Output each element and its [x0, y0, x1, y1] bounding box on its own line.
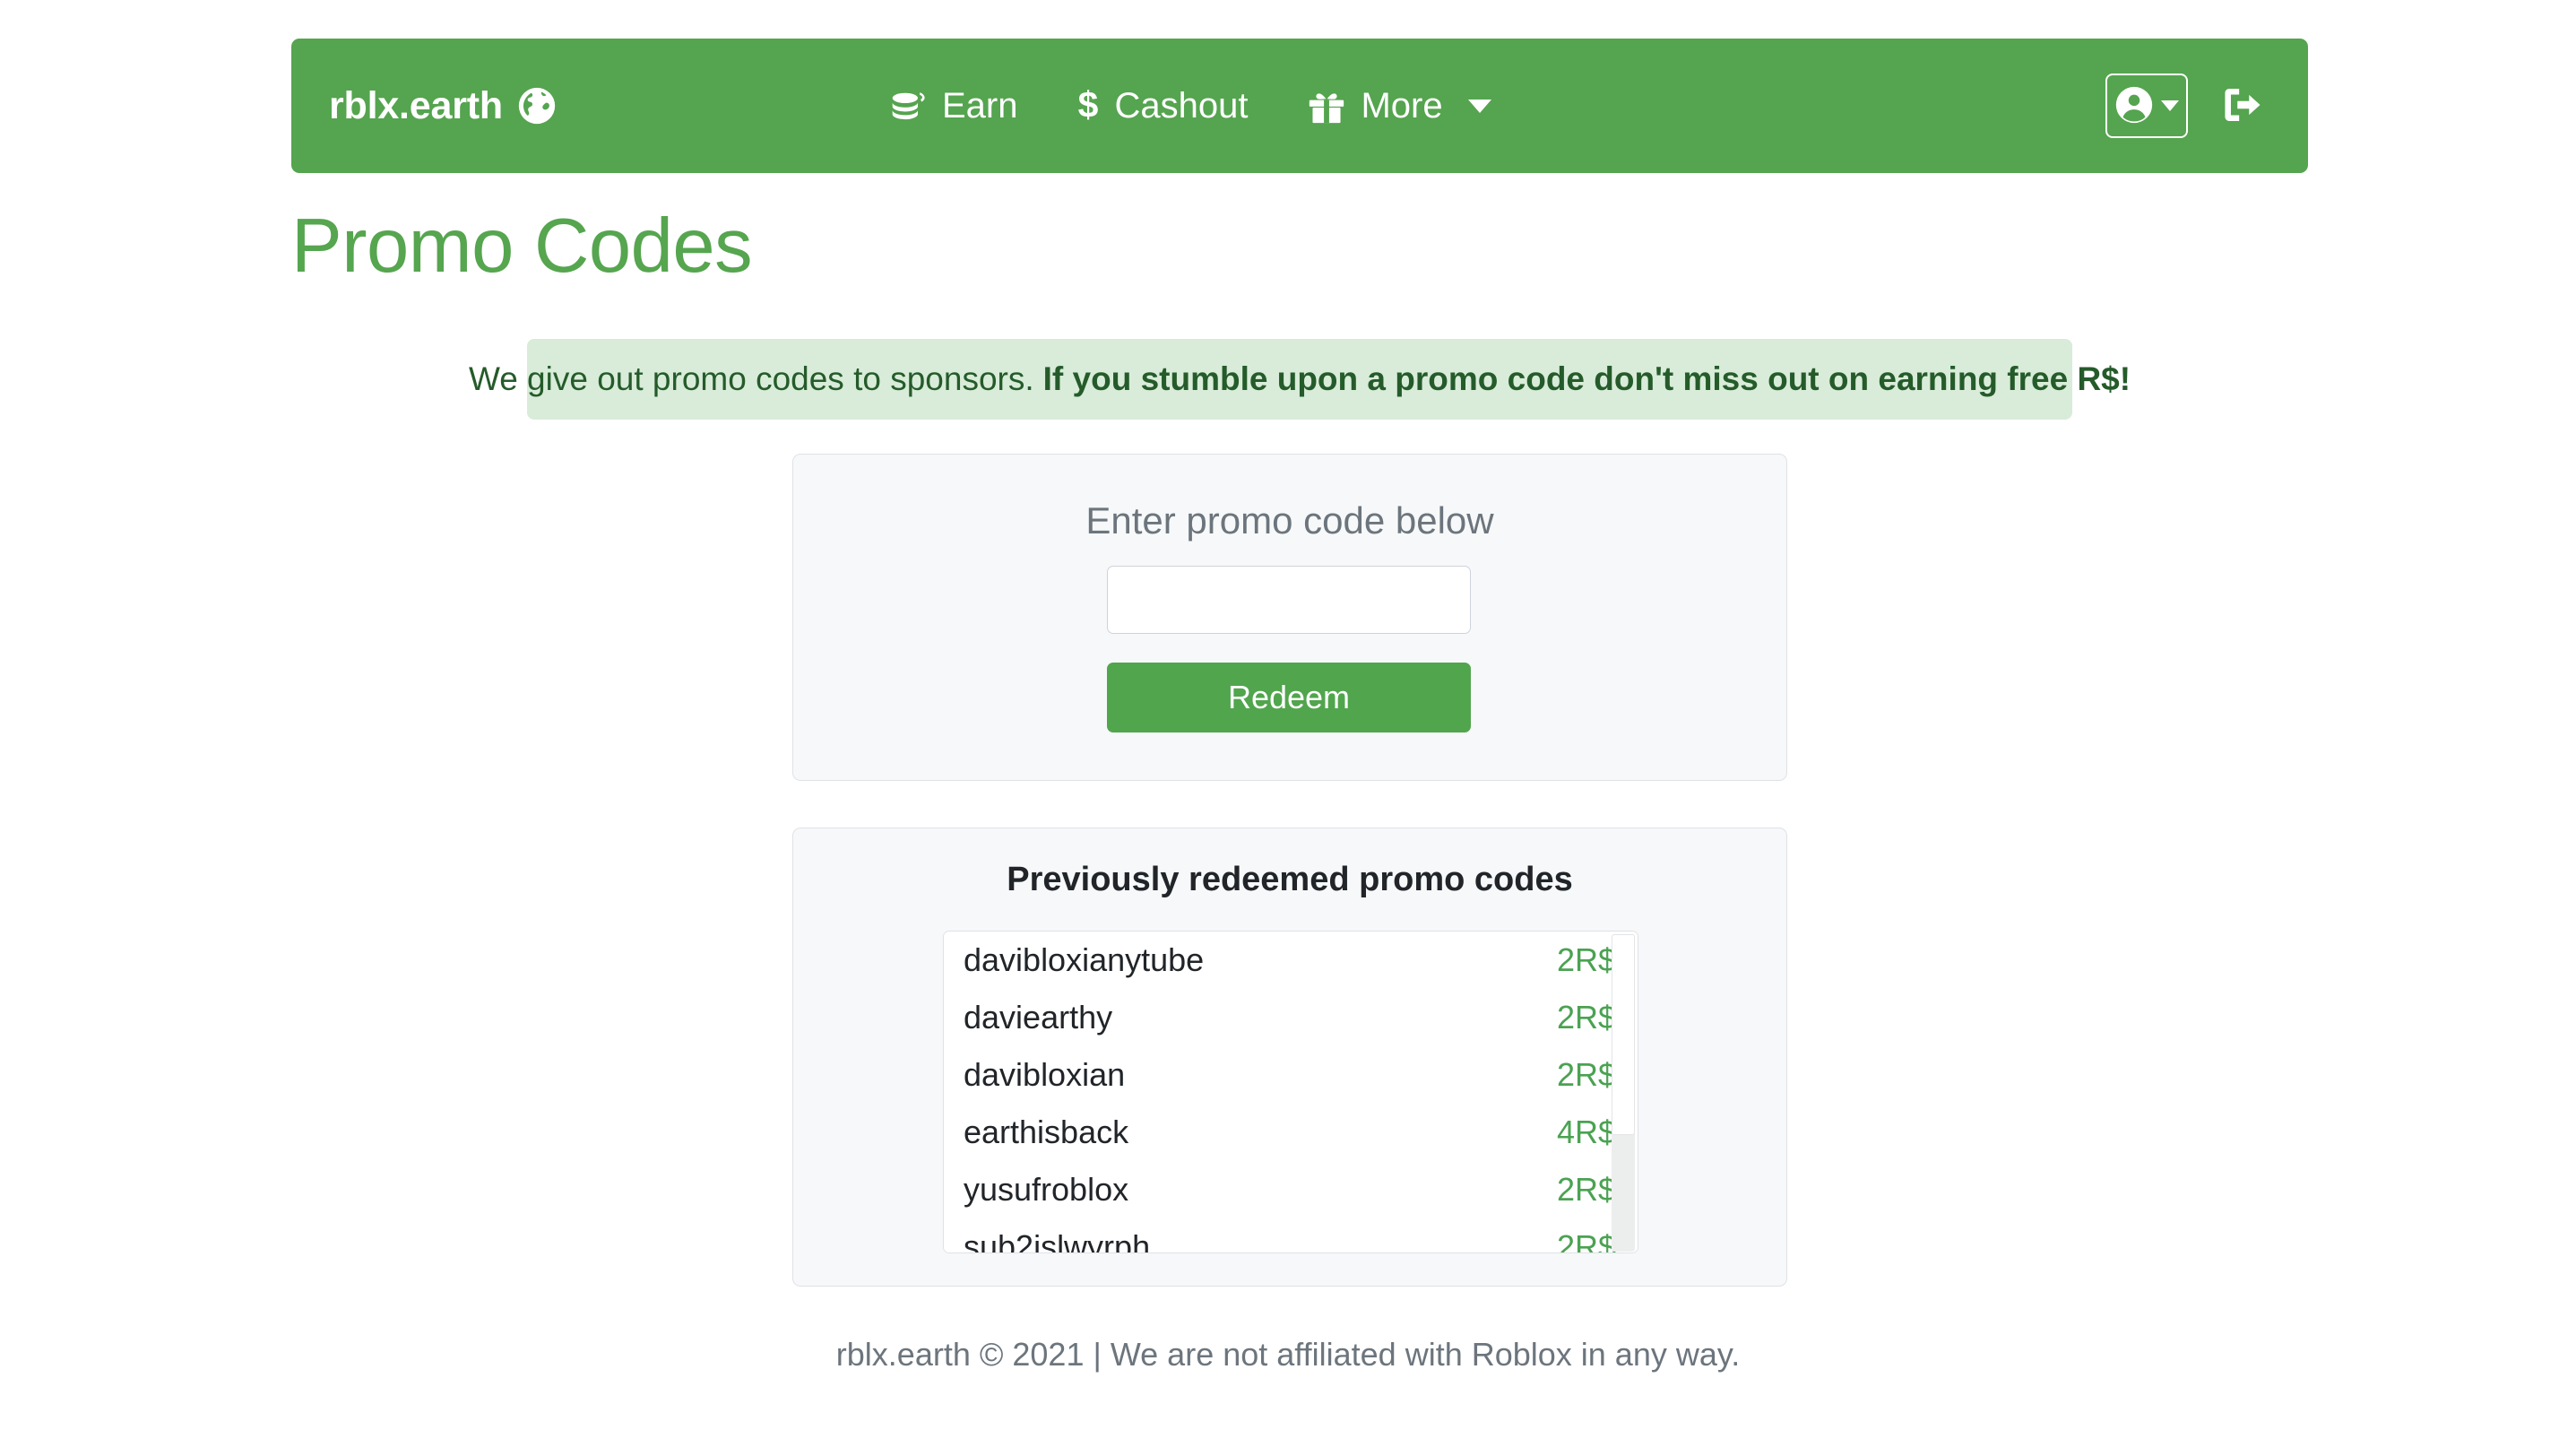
- promo-code-text: davibloxianytube: [964, 941, 1205, 978]
- gift-icon: [1307, 87, 1346, 125]
- promo-code-amount: 2R$: [1556, 941, 1616, 978]
- list-scrollbar-track[interactable]: [1612, 934, 1635, 1252]
- sign-out-icon: [2220, 84, 2265, 128]
- nav-link-earn-label: Earn: [941, 85, 1018, 126]
- user-circle-icon: [2114, 85, 2154, 127]
- promo-info-alert: We give out promo codes to sponsors. If …: [469, 339, 2131, 420]
- page-root: rblx.earth Earn $ Cashout More Promo Cod…: [0, 0, 2576, 1456]
- promo-code-text: daviearthy: [964, 999, 1113, 1036]
- promo-code-amount: 2R$: [1556, 1228, 1616, 1253]
- page-footer: rblx.earth © 2021 | We are not affiliate…: [835, 1336, 1741, 1373]
- nav-link-cashout-label: Cashout: [1114, 85, 1249, 126]
- promo-code-amount: 4R$: [1556, 1114, 1616, 1150]
- list-item: davibloxian 2R$: [944, 1046, 1638, 1104]
- navbar-right-actions: [2105, 74, 2270, 138]
- promo-code-amount: 2R$: [1556, 1171, 1616, 1208]
- alert-text-bold: If you stumble upon a promo code don't m…: [1042, 360, 2131, 397]
- chevron-down-icon: [2161, 100, 2179, 111]
- list-item: yusufroblox 2R$: [944, 1161, 1638, 1218]
- promo-code-label: Enter promo code below: [1085, 499, 1494, 542]
- redeemed-history-card: Previously redeemed promo codes daviblox…: [792, 828, 1787, 1287]
- promo-code-text: sub2islwyrph: [964, 1228, 1151, 1253]
- nav-link-more[interactable]: More: [1307, 86, 1491, 126]
- promo-code-amount: 2R$: [1556, 999, 1616, 1036]
- promo-code-text: earthisback: [964, 1114, 1129, 1150]
- nav-link-earn[interactable]: Earn: [888, 85, 1018, 126]
- chevron-down-icon: [1467, 99, 1491, 113]
- page-title: Promo Codes: [291, 204, 753, 289]
- alert-text-normal: We give out promo codes to sponsors.: [468, 360, 1034, 397]
- redeem-card: Enter promo code below Redeem: [792, 454, 1787, 781]
- coins-icon: [888, 89, 928, 123]
- account-dropdown-button[interactable]: [2105, 74, 2188, 138]
- list-item: earthisback 4R$: [944, 1104, 1638, 1161]
- svg-text:$: $: [1078, 86, 1099, 126]
- nav-link-more-label: More: [1361, 85, 1443, 126]
- promo-code-input[interactable]: [1107, 566, 1471, 634]
- main-navbar: rblx.earth Earn $ Cashout More: [291, 39, 2308, 173]
- promo-code-text: davibloxian: [964, 1056, 1126, 1093]
- promo-code-text: yusufroblox: [964, 1171, 1129, 1208]
- nav-link-cashout[interactable]: $ Cashout: [1076, 86, 1248, 126]
- list-item: sub2islwyrph 2R$: [944, 1218, 1638, 1253]
- dollar-sign-icon: $: [1076, 86, 1100, 126]
- navbar-links: Earn $ Cashout More: [888, 86, 1491, 126]
- redeemed-codes-list[interactable]: davibloxianytube 2R$ daviearthy 2R$ daviblox…: [943, 931, 1638, 1253]
- list-item: davibloxianytube 2R$: [944, 932, 1638, 989]
- list-item: daviearthy 2R$: [944, 989, 1638, 1046]
- redeem-button[interactable]: Redeem: [1107, 663, 1471, 732]
- globe-earth-icon: [517, 86, 557, 126]
- redeemed-codes-list-inner: davibloxianytube 2R$ daviearthy 2R$ daviblox…: [944, 932, 1638, 1253]
- list-scrollbar-thumb[interactable]: [1612, 934, 1635, 1135]
- brand-label: rblx.earth: [329, 83, 503, 127]
- promo-code-amount: 2R$: [1556, 1056, 1616, 1093]
- brand-link[interactable]: rblx.earth: [329, 84, 557, 128]
- logout-button[interactable]: [2215, 84, 2270, 128]
- history-title: Previously redeemed promo codes: [1007, 861, 1573, 898]
